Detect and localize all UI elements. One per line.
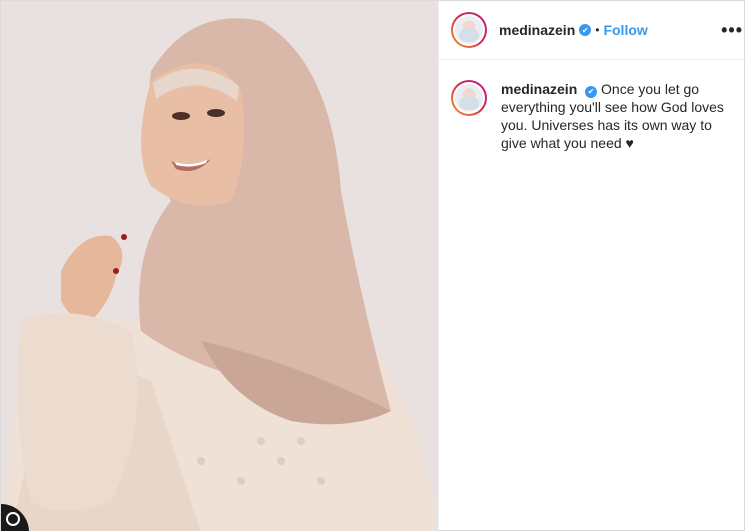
post-header: medinazein ✔ • Follow ••• [439,1,745,60]
post-photo[interactable] [1,1,438,531]
caption-text-block: medinazein ✔ Once you let go everything … [501,80,741,152]
post-side-panel: medinazein ✔ • Follow ••• medinazein ✔ O… [438,1,745,530]
separator-dot: • [595,23,600,37]
username-link[interactable]: medinazein [499,22,575,38]
instagram-post: medinazein ✔ • Follow ••• medinazein ✔ O… [0,0,745,531]
caption-verified-badge-icon: ✔ [585,86,598,98]
caption-username-link[interactable]: medinazein [501,81,577,97]
three-dots-icon[interactable]: ••• [721,20,743,41]
avatar[interactable] [451,12,487,48]
caption: medinazein ✔ Once you let go everything … [439,60,745,152]
follow-button[interactable]: Follow [603,22,647,38]
avatar-image [455,16,483,44]
caption-avatar-image [455,84,483,112]
verified-badge-icon: ✔ [579,24,592,36]
portrait-illustration [1,1,438,531]
caption-avatar[interactable] [451,80,487,116]
